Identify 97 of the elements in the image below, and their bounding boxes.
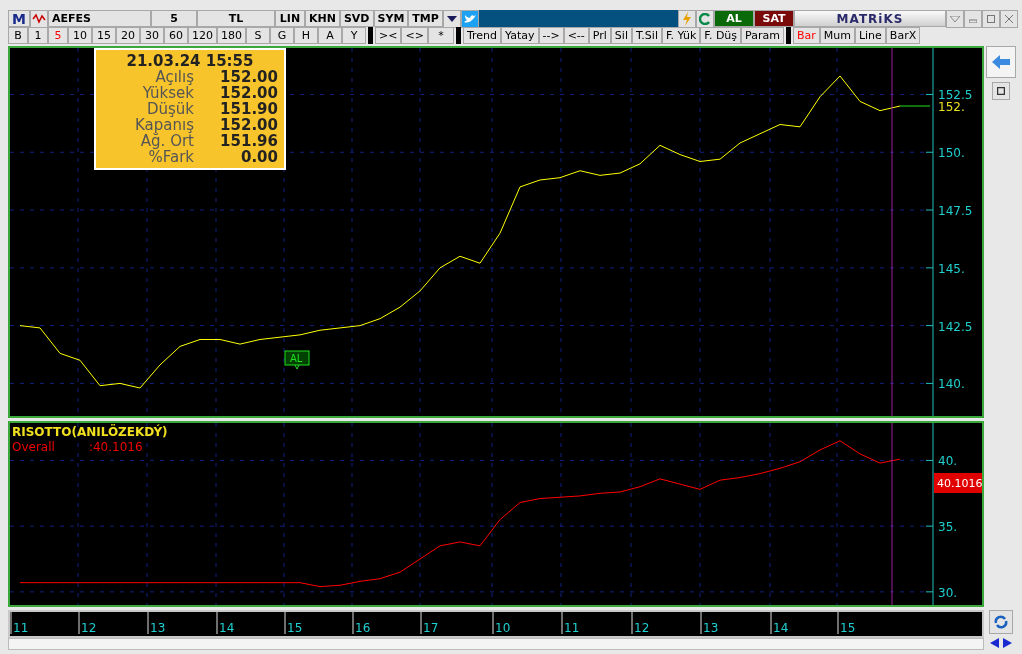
time-label: 11 [564, 621, 580, 635]
chart-style-button[interactable]: Line [854, 27, 886, 44]
app-logo: M [8, 10, 30, 27]
value-tag: 40.1016 [934, 473, 982, 493]
toolbar-button[interactable]: SYM [373, 10, 409, 27]
horizontal-scrollbar[interactable] [8, 638, 984, 650]
axis-label: 152.5 [938, 88, 973, 103]
info-value: 0.00 [240, 149, 278, 165]
toolbar-separator [368, 27, 373, 44]
sell-button[interactable]: SAT [754, 10, 794, 27]
buy-button[interactable]: AL [714, 10, 754, 27]
time-label: 15 [287, 621, 303, 635]
drawing-tool-button[interactable]: T.Sil [631, 27, 662, 44]
last-price-label: 152. [938, 100, 965, 114]
lightning-icon[interactable] [678, 10, 696, 28]
axis-label: 142.5 [938, 319, 973, 334]
period-button[interactable]: S [246, 27, 270, 44]
legend-value: :40.1016 [88, 440, 143, 454]
toolbar-button[interactable]: LIN [275, 10, 305, 27]
drawing-tool-button[interactable]: Sil [610, 27, 632, 44]
chart-style-button[interactable]: Mum [819, 27, 855, 44]
period-button[interactable]: 180 [217, 27, 246, 44]
axis-label: 140. [938, 377, 965, 392]
info-value: 152.00 [219, 85, 278, 101]
chart-icon[interactable] [30, 10, 48, 28]
drawing-tool-button[interactable]: F. Yük [661, 27, 701, 44]
time-label: 10 [495, 621, 511, 635]
period-button[interactable]: H [294, 27, 318, 44]
close-icon[interactable] [1000, 10, 1018, 28]
drawing-tool-button[interactable]: Trend [462, 27, 501, 44]
last-price-line [899, 105, 931, 107]
brand-logo: MATRiKS [794, 10, 946, 27]
info-label: %Fark [148, 149, 194, 165]
period-button[interactable]: 120 [188, 27, 217, 44]
toolbar-button[interactable]: SVD [339, 10, 374, 27]
period-button[interactable]: 15 [92, 27, 116, 44]
symbol-field[interactable]: AEFES [48, 10, 151, 27]
zoom-button[interactable]: * [427, 27, 454, 44]
time-label: 13 [150, 621, 166, 635]
period-button[interactable]: 60 [164, 27, 188, 44]
time-label: 14 [219, 621, 235, 635]
dropdown-icon[interactable] [946, 10, 964, 28]
axis-label: 147.5 [938, 204, 973, 219]
info-label: Düşük [145, 101, 194, 117]
toolbar-button[interactable]: KHN [305, 10, 340, 27]
axis-label: 145. [938, 261, 965, 276]
drawing-tool-button[interactable]: F. Düş [700, 27, 742, 44]
info-value: 152.00 [219, 117, 278, 133]
time-label: 12 [81, 621, 97, 635]
axis-label: 30. [938, 585, 958, 600]
scroll-arrows-icon[interactable] [989, 638, 1013, 648]
legend-name: Overall [12, 440, 55, 454]
minimize-icon[interactable] [964, 10, 982, 28]
maximize-icon[interactable] [982, 10, 1000, 28]
drawing-tool-button[interactable]: --> [538, 27, 564, 44]
info-value: 152.00 [219, 69, 278, 85]
axis-label: 35. [938, 520, 958, 535]
drawing-tool-button[interactable]: Yatay [501, 27, 539, 44]
time-label: 12 [634, 621, 650, 635]
period-button[interactable]: 1 [28, 27, 48, 44]
drawing-tool-button[interactable]: Param [741, 27, 784, 44]
toolbar-separator [785, 27, 791, 44]
info-value: 151.96 [219, 133, 278, 149]
info-label: Yüksek [141, 85, 194, 101]
time-label: 15 [840, 621, 856, 635]
zoom-button[interactable]: >< [375, 27, 402, 44]
currency-field[interactable]: TL [197, 10, 275, 27]
info-value: 151.90 [219, 101, 278, 117]
drawing-tool-button[interactable]: Prl [588, 27, 611, 44]
drawing-tool-button[interactable]: <-- [563, 27, 589, 44]
chart-style-button[interactable]: BarX [885, 27, 921, 44]
period-button[interactable]: A [318, 27, 342, 44]
axis-label: 40. [938, 454, 958, 469]
period-button[interactable]: 30 [140, 27, 164, 44]
toolbar-button[interactable]: TMP [408, 10, 443, 27]
restore-icon[interactable] [992, 82, 1010, 100]
info-label: Açılış [154, 69, 194, 85]
info-label: Ağ. Ort [140, 133, 194, 149]
indicator-title: RISOTTO(ANILÖZEKDÝ) [12, 425, 168, 439]
refresh-icon[interactable] [696, 10, 714, 28]
period-button[interactable]: B [8, 27, 28, 44]
axis-label: 150. [938, 146, 965, 161]
info-label: Kapanış [134, 117, 194, 133]
sync-icon[interactable] [989, 610, 1013, 634]
period-button[interactable]: G [270, 27, 294, 44]
period-button[interactable]: Y [342, 27, 366, 44]
toolbar-separator [455, 27, 461, 44]
zoom-button[interactable]: <> [401, 27, 428, 44]
info-datetime: 21.03.24 15:55 [125, 53, 255, 69]
time-label: 14 [773, 621, 789, 635]
time-label: 13 [703, 621, 719, 635]
time-label: 16 [355, 621, 371, 635]
time-label: 17 [423, 621, 439, 635]
period-field[interactable]: 5 [151, 10, 197, 27]
time-label: 11 [13, 621, 29, 635]
period-button[interactable]: 20 [116, 27, 140, 44]
period-button[interactable]: 10 [68, 27, 92, 44]
